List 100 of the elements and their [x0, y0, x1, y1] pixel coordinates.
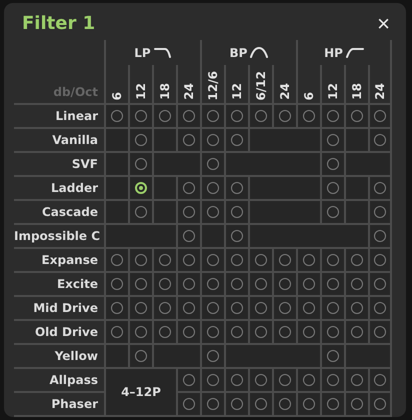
radio-button[interactable]	[207, 158, 219, 170]
radio-button[interactable]	[111, 254, 123, 266]
radio-button[interactable]	[159, 110, 171, 122]
radio-button[interactable]	[231, 326, 243, 338]
radio-button[interactable]	[351, 254, 363, 266]
radio-button[interactable]	[183, 182, 195, 194]
radio-button[interactable]	[374, 134, 386, 146]
radio-button[interactable]	[111, 278, 123, 290]
radio-button[interactable]	[351, 302, 363, 314]
radio-button[interactable]	[183, 230, 195, 242]
radio-button[interactable]	[183, 374, 195, 386]
radio-button[interactable]	[135, 134, 147, 146]
radio-button[interactable]	[279, 254, 291, 266]
radio-button[interactable]	[183, 398, 195, 410]
radio-button[interactable]	[255, 254, 267, 266]
radio-button[interactable]	[159, 302, 171, 314]
radio-button[interactable]	[111, 326, 123, 338]
radio-button[interactable]	[207, 254, 219, 266]
radio-button[interactable]	[255, 302, 267, 314]
radio-button[interactable]	[159, 254, 171, 266]
radio-button[interactable]	[303, 374, 315, 386]
radio-button[interactable]	[327, 158, 339, 170]
radio-button[interactable]	[255, 110, 267, 122]
radio-button[interactable]	[231, 374, 243, 386]
radio-button[interactable]	[231, 398, 243, 410]
radio-button[interactable]	[231, 302, 243, 314]
radio-button[interactable]	[327, 278, 339, 290]
radio-button[interactable]	[135, 326, 147, 338]
radio-button[interactable]	[231, 182, 243, 194]
radio-button[interactable]	[279, 374, 291, 386]
radio-button[interactable]	[279, 326, 291, 338]
radio-button[interactable]	[374, 374, 386, 386]
radio-button[interactable]	[207, 110, 219, 122]
radio-button[interactable]	[159, 278, 171, 290]
radio-button[interactable]	[207, 350, 219, 362]
radio-button[interactable]	[207, 206, 219, 218]
radio-button[interactable]	[207, 182, 219, 194]
radio-button[interactable]	[135, 158, 147, 170]
radio-button[interactable]	[327, 326, 339, 338]
radio-button[interactable]	[327, 182, 339, 194]
radio-button[interactable]	[111, 110, 123, 122]
radio-button[interactable]	[207, 398, 219, 410]
radio-button[interactable]	[135, 254, 147, 266]
radio-button[interactable]	[135, 182, 147, 194]
radio-button[interactable]	[231, 134, 243, 146]
radio-button[interactable]	[135, 302, 147, 314]
radio-button[interactable]	[303, 302, 315, 314]
radio-button[interactable]	[207, 302, 219, 314]
radio-button[interactable]	[135, 278, 147, 290]
radio-button[interactable]	[207, 326, 219, 338]
radio-button[interactable]	[183, 206, 195, 218]
radio-button[interactable]	[374, 230, 386, 242]
radio-button[interactable]	[374, 302, 386, 314]
radio-button[interactable]	[279, 398, 291, 410]
radio-button[interactable]	[255, 374, 267, 386]
radio-button[interactable]	[231, 230, 243, 242]
radio-button[interactable]	[327, 110, 339, 122]
radio-button[interactable]	[374, 206, 386, 218]
radio-button[interactable]	[351, 278, 363, 290]
radio-button[interactable]	[111, 302, 123, 314]
radio-button[interactable]	[374, 278, 386, 290]
radio-button[interactable]	[303, 110, 315, 122]
radio-button[interactable]	[255, 326, 267, 338]
radio-button[interactable]	[374, 326, 386, 338]
radio-button[interactable]	[374, 398, 386, 410]
radio-button[interactable]	[327, 254, 339, 266]
radio-button[interactable]	[351, 398, 363, 410]
radio-button[interactable]	[327, 398, 339, 410]
radio-button[interactable]	[351, 326, 363, 338]
radio-button[interactable]	[231, 110, 243, 122]
radio-button[interactable]	[255, 278, 267, 290]
radio-button[interactable]	[351, 374, 363, 386]
radio-button[interactable]	[183, 326, 195, 338]
radio-button[interactable]	[279, 278, 291, 290]
radio-button[interactable]	[327, 134, 339, 146]
radio-button[interactable]	[327, 206, 339, 218]
radio-button[interactable]	[183, 134, 195, 146]
radio-button[interactable]	[327, 302, 339, 314]
close-button[interactable]: ×	[373, 12, 394, 34]
radio-button[interactable]	[135, 110, 147, 122]
radio-button[interactable]	[327, 350, 339, 362]
radio-button[interactable]	[231, 254, 243, 266]
radio-button[interactable]	[159, 326, 171, 338]
radio-button[interactable]	[303, 398, 315, 410]
radio-button[interactable]	[255, 398, 267, 410]
radio-button[interactable]	[279, 302, 291, 314]
radio-button[interactable]	[303, 254, 315, 266]
radio-button[interactable]	[183, 278, 195, 290]
radio-button[interactable]	[183, 254, 195, 266]
radio-button[interactable]	[351, 110, 363, 122]
radio-button[interactable]	[183, 302, 195, 314]
radio-button[interactable]	[279, 110, 291, 122]
radio-button[interactable]	[303, 278, 315, 290]
radio-button[interactable]	[207, 374, 219, 386]
radio-button[interactable]	[303, 326, 315, 338]
radio-button[interactable]	[135, 350, 147, 362]
radio-button[interactable]	[374, 182, 386, 194]
radio-button[interactable]	[135, 206, 147, 218]
radio-button[interactable]	[183, 110, 195, 122]
radio-button[interactable]	[231, 206, 243, 218]
